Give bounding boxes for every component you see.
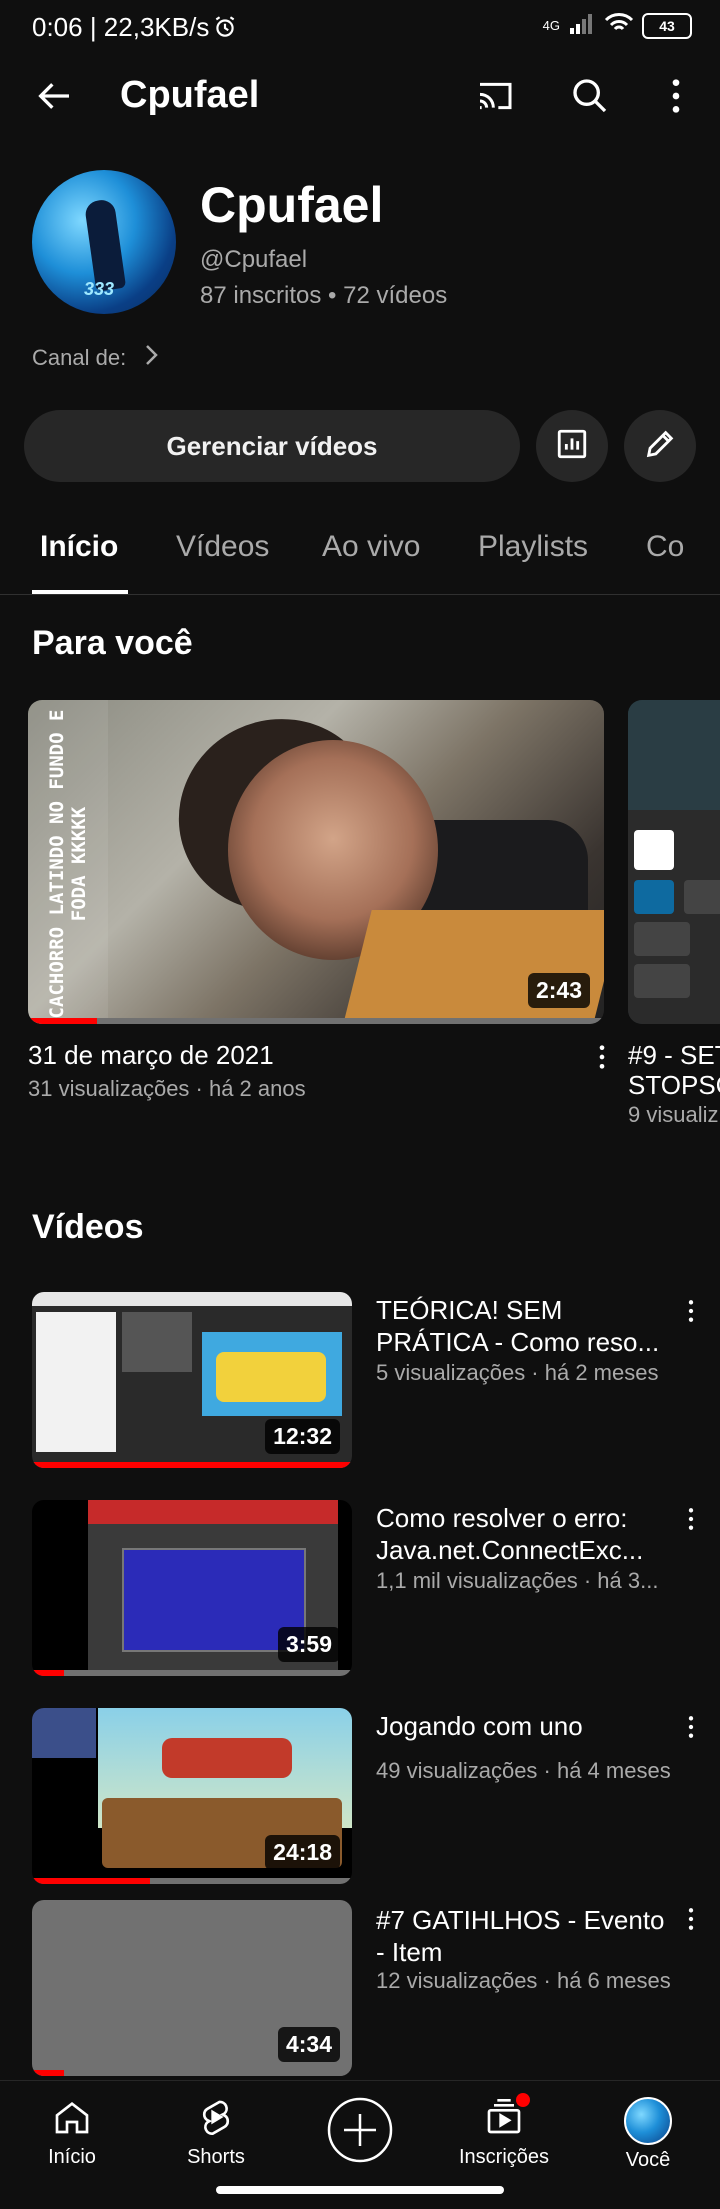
subscriptions-icon: [484, 2093, 530, 2142]
more-vert-icon[interactable]: [588, 1042, 616, 1072]
nav-shorts[interactable]: Shorts: [156, 2097, 276, 2169]
video-meta: 5 visualizações · há 2 meses: [376, 1360, 659, 1385]
next-video-title[interactable]: #9 - SET STOPSC: [628, 1040, 720, 1100]
channel-avatar[interactable]: 333: [32, 170, 176, 314]
page-title: Cpufael: [120, 74, 260, 116]
channel-handle: @Cpufael: [200, 246, 308, 273]
manage-videos-button[interactable]: Gerenciar vídeos: [24, 410, 520, 482]
back-arrow-icon[interactable]: [34, 76, 74, 116]
battery-icon: 43: [642, 12, 692, 39]
shorts-icon: [196, 2097, 236, 2142]
profile-avatar-icon: [624, 2097, 672, 2145]
overlay-caption: CACHORRO LATINDO NO FUNDO E FODA KKKKK: [46, 709, 90, 1019]
featured-video-meta: 31 visualizações · há 2 anos: [28, 1076, 306, 1101]
pencil-icon: [643, 427, 677, 466]
channel-tabs: Início Vídeos Ao vivo Playlists Co: [0, 520, 720, 595]
more-vert-icon[interactable]: [678, 1712, 704, 1747]
featured-video-title[interactable]: 31 de março de 2021: [28, 1040, 274, 1071]
channel-name: Cpufael: [200, 177, 384, 233]
next-video-meta: 9 visualiz: [628, 1102, 719, 1127]
video-meta: 12 visualizações · há 6 meses: [376, 1968, 671, 1993]
section-heading-para-voce: Para você: [32, 624, 193, 662]
tab-playlists[interactable]: Playlists: [478, 530, 588, 564]
video-title[interactable]: #7 GATIHLHOS - Evento - Item: [376, 1904, 666, 1968]
nav-home-label: Início: [48, 2146, 96, 2168]
video-thumbnail[interactable]: 12:32: [32, 1292, 352, 1468]
active-tab-indicator: [32, 590, 128, 594]
watch-progress-bar: [32, 1878, 151, 1884]
notification-dot: [516, 2093, 530, 2107]
nav-shorts-label: Shorts: [187, 2146, 245, 2168]
tab-comunidade[interactable]: Co: [646, 530, 684, 564]
progress-track: [32, 1670, 352, 1676]
tab-inicio[interactable]: Início: [40, 530, 118, 564]
progress-track: [32, 2070, 352, 2076]
progress-track: [28, 1018, 604, 1024]
tab-videos[interactable]: Vídeos: [176, 530, 269, 564]
next-video-title-line1: #9 - SET: [628, 1040, 720, 1070]
next-video-title-line2: STOPSC: [628, 1070, 720, 1100]
gesture-home-indicator: [216, 2186, 504, 2194]
duration-badge: 3:59: [277, 1627, 340, 1662]
nav-home[interactable]: Início: [12, 2097, 132, 2169]
cast-icon[interactable]: [474, 76, 516, 116]
section-heading-videos: Vídeos: [32, 1208, 144, 1246]
more-vert-icon[interactable]: [656, 76, 696, 116]
featured-video-thumbnail[interactable]: CACHORRO LATINDO NO FUNDO E FODA KKKKK 2…: [28, 700, 604, 1024]
home-icon: [52, 2097, 92, 2142]
watch-progress-bar: [32, 2070, 64, 2076]
alarm-icon: [212, 14, 238, 45]
watch-progress-bar: [32, 1670, 64, 1676]
video-meta: 49 visualizações · há 4 meses: [376, 1758, 671, 1783]
nav-you-label: Você: [625, 2149, 671, 2171]
video-thumbnail[interactable]: 24:18: [32, 1708, 352, 1884]
more-vert-icon[interactable]: [678, 1904, 704, 1939]
analytics-icon: [555, 427, 589, 466]
video-title[interactable]: Jogando com uno: [376, 1710, 666, 1742]
canal-de-link[interactable]: Canal de:: [32, 340, 164, 376]
duration-badge: 2:43: [527, 973, 590, 1008]
battery-level: 43: [659, 17, 675, 34]
analytics-button[interactable]: [536, 410, 608, 482]
video-thumbnail[interactable]: 4:34: [32, 1900, 352, 2076]
nav-you[interactable]: Você: [588, 2097, 708, 2172]
signal-icon: [568, 12, 596, 39]
nav-create[interactable]: [300, 2097, 420, 2168]
chevron-right-icon: [140, 340, 164, 376]
search-icon[interactable]: [570, 76, 610, 116]
video-title[interactable]: Como resolver o erro: Java.net.ConnectEx…: [376, 1502, 666, 1566]
nav-subscriptions[interactable]: Inscrições: [444, 2093, 564, 2169]
watch-progress-bar: [28, 1018, 98, 1024]
next-video-thumbnail[interactable]: [628, 700, 720, 1024]
wifi-icon: [604, 12, 634, 39]
tab-ao-vivo[interactable]: Ao vivo: [322, 530, 420, 564]
duration-badge: 4:34: [277, 2027, 340, 2062]
video-title[interactable]: TEÓRICA! SEM PRÁTICA - Como reso...: [376, 1294, 666, 1358]
more-vert-icon[interactable]: [678, 1296, 704, 1331]
network-label: 4G: [542, 18, 560, 33]
status-time: 0:06 | 22,3KB/s: [32, 12, 210, 42]
edit-button[interactable]: [624, 410, 696, 482]
channel-stats: 87 inscritos • 72 vídeos: [200, 282, 448, 309]
canal-de-label: Canal de:: [32, 345, 127, 370]
video-meta: 1,1 mil visualizações · há 3...: [376, 1568, 659, 1593]
video-thumbnail[interactable]: 3:59: [32, 1500, 352, 1676]
more-vert-icon[interactable]: [678, 1504, 704, 1539]
watch-progress-bar: [32, 1462, 352, 1468]
duration-badge: 24:18: [265, 1835, 340, 1870]
thumbnail-overlay-text: CACHORRO LATINDO NO FUNDO E FODA KKKKK: [28, 700, 108, 1024]
add-circle-icon: [327, 2097, 393, 2168]
status-indicators: 4G 43: [543, 12, 692, 39]
nav-subscriptions-label: Inscrições: [458, 2146, 550, 2168]
duration-badge: 12:32: [265, 1419, 340, 1454]
